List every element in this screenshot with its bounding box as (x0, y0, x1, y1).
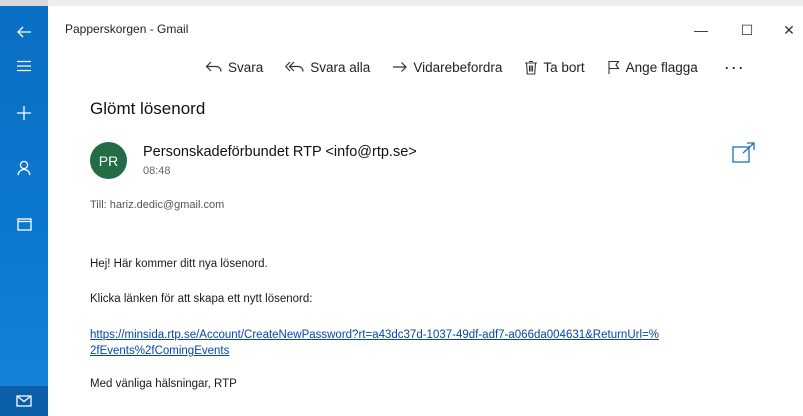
reply-all-button[interactable]: Svara alla (285, 60, 370, 75)
app-rail (0, 0, 48, 416)
forward-label: Vidarebefordra (413, 59, 503, 75)
accounts-button[interactable] (0, 154, 48, 182)
reply-icon (205, 61, 222, 72)
trash-icon (525, 60, 538, 75)
title-bar: Papperskorgen - Gmail — ☐ ✕ (48, 0, 803, 46)
recipient-address[interactable]: hariz.dedic@gmail.com (110, 199, 225, 211)
delete-button[interactable]: Ta bort (524, 59, 585, 75)
person-icon (17, 160, 31, 176)
flag-label: Ange flagga (625, 59, 698, 75)
reply-label: Svara (228, 59, 264, 75)
avatar: PR (90, 142, 127, 179)
body-signoff: Med vänliga hälsningar, RTP (90, 378, 237, 390)
new-mail-button[interactable] (0, 99, 48, 127)
body-instruction: Klicka länken för att skapa ett nytt lös… (90, 293, 313, 305)
back-button[interactable] (0, 18, 48, 46)
reply-all-icon (285, 61, 304, 72)
popout-window-icon (732, 142, 755, 163)
link-line-2[interactable]: 2fEvents%2fComingEvents (90, 345, 229, 357)
mail-icon (16, 395, 32, 407)
link-line-1[interactable]: https://minsida.rtp.se/Account/CreateNew… (90, 329, 659, 341)
rail-top-strip (0, 0, 48, 6)
close-button[interactable]: ✕ (774, 20, 803, 40)
hamburger-menu-icon (17, 60, 31, 72)
flag-icon (608, 60, 620, 74)
message-time: 08:48 (143, 165, 171, 177)
reset-password-link[interactable]: https://minsida.rtp.se/Account/CreateNew… (90, 327, 740, 359)
open-in-new-window-button[interactable] (732, 142, 756, 169)
calendar-button[interactable] (0, 210, 48, 238)
to-label: Till: (90, 199, 107, 211)
back-arrow-icon (17, 26, 31, 38)
forward-arrow-icon (393, 62, 408, 72)
sender-name[interactable]: Personskadeförbundet RTP <info@rtp.se> (143, 144, 417, 160)
maximize-button[interactable]: ☐ (732, 20, 762, 40)
flag-button[interactable]: Ange flagga (607, 60, 698, 75)
message-subject: Glömt lösenord (90, 99, 206, 118)
body-greeting: Hej! Här kommer ditt nya lösenord. (90, 258, 268, 270)
menu-button[interactable] (0, 52, 48, 80)
forward-button[interactable]: Vidarebefordra (392, 60, 502, 75)
reply-button[interactable]: Svara (205, 60, 263, 75)
new-mail-plus-icon (17, 106, 31, 120)
more-options-button[interactable]: ··· (724, 57, 745, 78)
window-title: Papperskorgen - Gmail (65, 22, 189, 36)
mail-button[interactable] (0, 386, 48, 416)
message-toolbar: Svara Svara alla Vidarebefordra Ta bort … (205, 56, 767, 78)
delete-label: Ta bort (543, 59, 585, 75)
reply-all-label: Svara alla (310, 59, 371, 75)
calendar-icon (16, 218, 32, 231)
recipient-line: Till: hariz.dedic@gmail.com (90, 199, 224, 211)
minimize-button[interactable]: — (686, 20, 716, 40)
